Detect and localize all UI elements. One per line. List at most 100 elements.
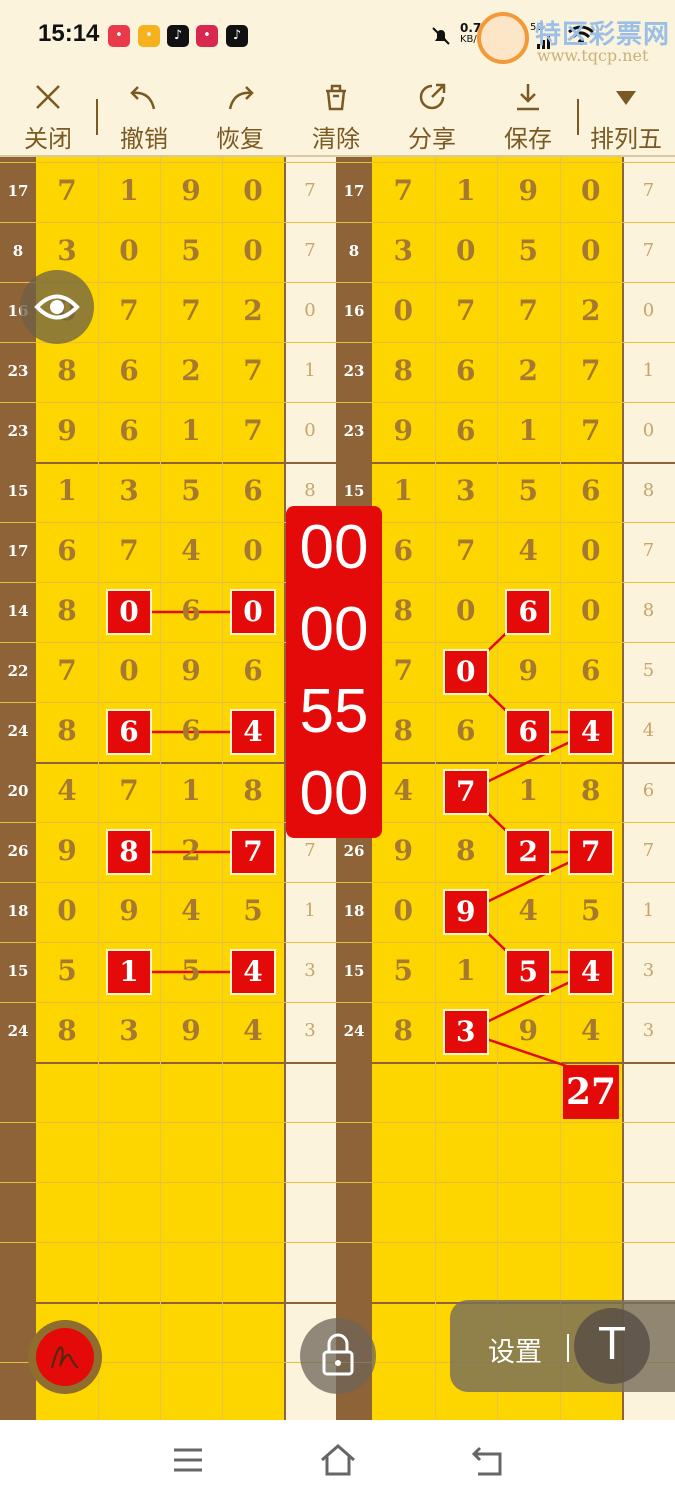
selected-digit-mark[interactable]: 2 (505, 829, 552, 875)
digit-cell[interactable]: 0 (435, 234, 498, 267)
redo-button[interactable]: 恢复 (200, 75, 280, 157)
selected-digit-mark[interactable]: 4 (230, 949, 276, 995)
digit-cell[interactable]: 7 (435, 294, 498, 327)
digit-cell[interactable]: 4 (160, 534, 222, 567)
digit-cell[interactable]: 9 (98, 894, 160, 927)
digit-cell[interactable]: 6 (160, 714, 222, 747)
digit-cell[interactable]: 0 (98, 234, 160, 267)
digit-cell[interactable]: 9 (160, 174, 222, 207)
digit-cell[interactable]: 8 (560, 774, 623, 807)
selected-digit-mark[interactable]: 7 (230, 829, 276, 875)
digit-cell[interactable]: 0 (36, 894, 98, 927)
share-button[interactable]: 分享 (392, 75, 472, 157)
digit-cell[interactable]: 5 (497, 474, 560, 507)
selected-digit-mark[interactable]: 3 (442, 1009, 489, 1055)
undo-button[interactable]: 撤销 (104, 75, 184, 157)
selected-digit-mark[interactable]: 8 (106, 829, 152, 875)
digit-cell[interactable]: 0 (560, 534, 623, 567)
text-tool-button[interactable]: T (574, 1308, 650, 1384)
digit-cell[interactable]: 0 (222, 534, 284, 567)
selected-digit-mark[interactable]: 6 (505, 709, 552, 755)
selected-digit-mark[interactable]: 1 (106, 949, 152, 995)
digit-cell[interactable]: 7 (98, 534, 160, 567)
digit-cell[interactable]: 7 (560, 414, 623, 447)
digit-cell[interactable]: 6 (98, 354, 160, 387)
digit-cell[interactable]: 7 (98, 774, 160, 807)
digit-cell[interactable]: 8 (36, 714, 98, 747)
digit-cell[interactable]: 9 (160, 654, 222, 687)
selected-digit-mark[interactable]: 0 (442, 649, 489, 695)
digit-cell[interactable]: 4 (160, 894, 222, 927)
menu-icon[interactable] (168, 1440, 208, 1480)
digit-cell[interactable]: 5 (497, 234, 560, 267)
digit-cell[interactable]: 2 (560, 294, 623, 327)
close-button[interactable]: 关闭 (8, 75, 88, 157)
home-icon[interactable] (318, 1440, 358, 1480)
digit-cell[interactable]: 6 (560, 474, 623, 507)
selected-digit-mark[interactable]: 6 (505, 589, 552, 635)
selected-digit-mark[interactable]: 9 (442, 889, 489, 935)
digit-cell[interactable]: 0 (372, 294, 435, 327)
digit-cell[interactable]: 3 (98, 1014, 160, 1047)
digit-cell[interactable]: 2 (160, 354, 222, 387)
digit-cell[interactable]: 7 (497, 294, 560, 327)
digit-cell[interactable]: 6 (36, 534, 98, 567)
selected-digit-mark[interactable]: 4 (567, 709, 614, 755)
digit-cell[interactable]: 9 (497, 654, 560, 687)
digit-cell[interactable]: 8 (372, 354, 435, 387)
total-mark[interactable]: 27 (563, 1065, 619, 1119)
digit-cell[interactable]: 1 (160, 414, 222, 447)
eye-toggle-button[interactable] (20, 270, 94, 344)
digit-cell[interactable]: 3 (435, 474, 498, 507)
pen-tool-button[interactable] (28, 1320, 102, 1394)
digit-cell[interactable]: 8 (36, 594, 98, 627)
digit-cell[interactable]: 6 (98, 414, 160, 447)
digit-cell[interactable]: 0 (560, 594, 623, 627)
digit-cell[interactable]: 0 (435, 594, 498, 627)
digit-cell[interactable]: 0 (222, 234, 284, 267)
digit-cell[interactable]: 7 (98, 294, 160, 327)
selected-digit-mark[interactable]: 4 (567, 949, 614, 995)
digit-cell[interactable]: 0 (560, 174, 623, 207)
digit-cell[interactable]: 7 (372, 174, 435, 207)
digit-cell[interactable]: 7 (222, 414, 284, 447)
digit-cell[interactable]: 5 (160, 234, 222, 267)
selected-digit-mark[interactable]: 0 (230, 589, 276, 635)
digit-cell[interactable]: 4 (497, 894, 560, 927)
selected-digit-mark[interactable]: 4 (230, 709, 276, 755)
selected-digit-mark[interactable]: 6 (106, 709, 152, 755)
digit-cell[interactable]: 1 (372, 474, 435, 507)
lock-button[interactable] (300, 1318, 376, 1394)
digit-cell[interactable]: 6 (435, 414, 498, 447)
digit-cell[interactable]: 2 (497, 354, 560, 387)
digit-cell[interactable]: 7 (222, 354, 284, 387)
digit-cell[interactable]: 0 (560, 234, 623, 267)
digit-cell[interactable]: 7 (36, 654, 98, 687)
digit-cell[interactable]: 8 (435, 834, 498, 867)
digit-cell[interactable]: 7 (560, 354, 623, 387)
digit-cell[interactable]: 9 (497, 1014, 560, 1047)
digit-cell[interactable]: 5 (160, 474, 222, 507)
digit-cell[interactable]: 6 (560, 654, 623, 687)
digit-cell[interactable]: 5 (372, 954, 435, 987)
digit-cell[interactable]: 6 (435, 714, 498, 747)
back-icon[interactable] (468, 1440, 508, 1480)
digit-cell[interactable]: 2 (160, 834, 222, 867)
digit-cell[interactable]: 8 (222, 774, 284, 807)
clear-button[interactable]: 清除 (296, 75, 376, 157)
settings-button[interactable]: 设置 (488, 1330, 542, 1369)
digit-cell[interactable]: 1 (435, 174, 498, 207)
digit-cell[interactable]: 9 (372, 834, 435, 867)
selected-digit-mark[interactable]: 5 (505, 949, 552, 995)
digit-cell[interactable]: 1 (435, 954, 498, 987)
digit-cell[interactable]: 7 (435, 534, 498, 567)
digit-cell[interactable]: 9 (372, 414, 435, 447)
digit-cell[interactable]: 6 (435, 354, 498, 387)
digit-cell[interactable]: 1 (98, 174, 160, 207)
digit-cell[interactable]: 0 (98, 654, 160, 687)
digit-cell[interactable]: 0 (372, 894, 435, 927)
digit-cell[interactable]: 1 (497, 414, 560, 447)
selected-digit-mark[interactable]: 0 (106, 589, 152, 635)
digit-cell[interactable]: 3 (36, 234, 98, 267)
lottery-chart-board[interactable]: 1771907177190783050783050716077201607720… (0, 157, 675, 1423)
